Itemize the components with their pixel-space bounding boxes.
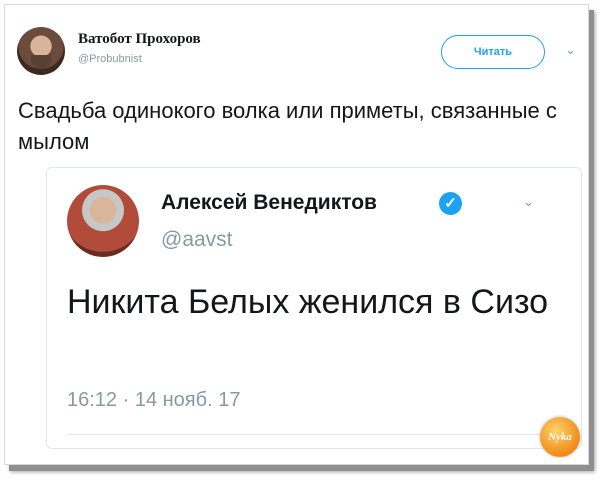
author-handle[interactable]: @Probubnist bbox=[78, 53, 142, 65]
tweet-text: Свадьба одинокого волка или приметы, свя… bbox=[18, 98, 557, 154]
watermark-logo: Nyka bbox=[540, 417, 580, 457]
avatar-beard bbox=[31, 55, 51, 69]
quoted-author-name[interactable]: Алексей Венедиктов bbox=[161, 191, 377, 215]
author-name[interactable]: Ватобот Прохоров bbox=[78, 31, 201, 48]
divider bbox=[67, 434, 563, 435]
follow-button[interactable]: Читать bbox=[441, 35, 545, 69]
quoted-tweet-card[interactable]: Алексей Венедиктов ✓ ⌄ @aavst Никита Бел… bbox=[46, 167, 582, 449]
quoted-author-handle[interactable]: @aavst bbox=[161, 228, 233, 252]
quoted-tweet-timestamp[interactable]: 16:12 · 14 нояб. 17 bbox=[67, 389, 240, 412]
quoted-tweet-text: Никита Белых женился в Сизо bbox=[67, 283, 549, 321]
author-avatar[interactable] bbox=[17, 27, 65, 75]
chevron-down-icon[interactable]: ⌄ bbox=[565, 42, 576, 58]
quoted-author-avatar[interactable] bbox=[67, 185, 139, 257]
verified-badge-icon: ✓ bbox=[439, 192, 462, 215]
quoted-chevron-down-icon[interactable]: ⌄ bbox=[523, 194, 534, 210]
